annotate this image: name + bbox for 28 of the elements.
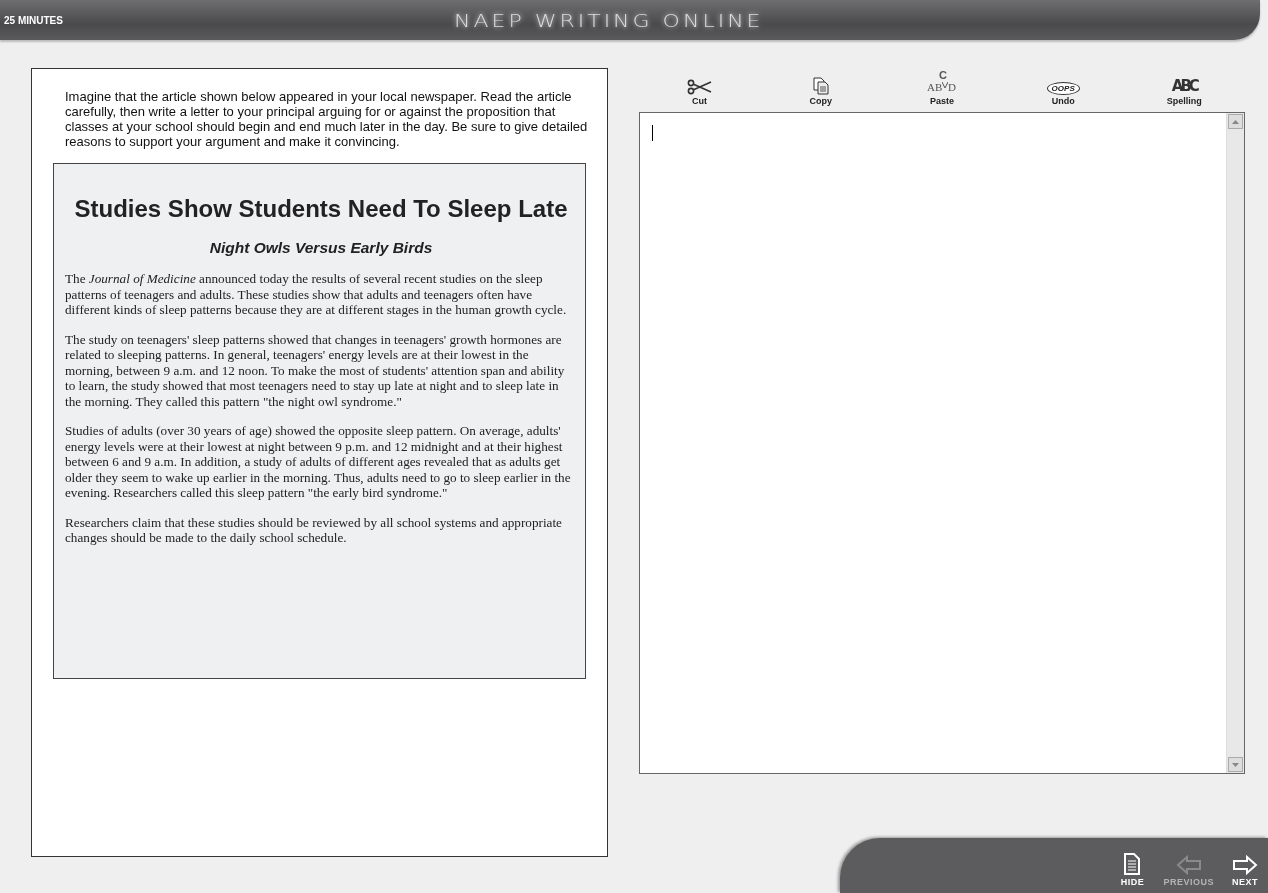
toolbar-button[interactable]: OOPS Undo [1023, 68, 1104, 106]
down-arrow-icon [1232, 762, 1239, 767]
toolbar-button[interactable]: C AB D Paste [901, 68, 982, 106]
article-paragraph: The study on teenagers' sleep patterns showed that changes in teenagers' growth hormones are related to sleeping patterns. In general, teenagers' energy levels are at their lowest in the morning, between 9 a.m. and 12 noon. To make the most of students' attention span and ability to learn, the study showed that most teenagers need to stay up late at night and to sleep late in the morning. They called this pattern "the night owl syndrome." [65, 331, 566, 409]
left-arrow-icon [1175, 855, 1202, 875]
spelling-icon: ABC [1171, 77, 1197, 95]
copy-icon [812, 77, 829, 95]
scrollbar[interactable] [1226, 113, 1244, 773]
up-arrow-icon [1232, 119, 1239, 124]
prompt-text: Imagine that the article shown below appeared in your local newspaper. Read the article carefully, then write a letter to your principal arguing for or against the proposition that classes at your school should begin and end much later in the day. Be sure to give detailed reasons to support your argument and make it convincing. [64, 89, 589, 149]
nav-button[interactable]: NEXT [1228, 855, 1262, 887]
article-paragraph: Researchers claim that these studies should be reviewed by all school systems and appropriate changes should be made to the daily school schedule. [65, 514, 563, 546]
scissors-icon [686, 79, 713, 95]
toolbar-button[interactable]: Copy [780, 68, 861, 106]
article-headline: Studies Show Students Need To Sleep Late [73, 194, 569, 223]
document-icon [1123, 853, 1142, 875]
speech-bubble-icon: OOPS [1046, 82, 1080, 95]
article-subheadline: Night Owls Versus Early Birds [208, 239, 434, 257]
scroll-up-button[interactable] [1228, 114, 1243, 129]
timer: 25 MINUTES [3, 14, 64, 26]
article-paragraph: Studies of adults (over 30 years of age) showed the opposite sleep pattern. On average, adults' energy levels were at their lowest at night between 9 p.m. and 12 midnight and at their highest between 6 and 9 a.m. In addition, a study of adults of different ages revealed that as adults get older they seem to wake up earlier in the morning. Thus, adults need to go to sleep earlier in the evening. Researchers called this sleep pattern "the early bird syndrome." [65, 423, 572, 501]
toolbar-button[interactable]: ABC Spelling [1144, 68, 1225, 106]
nav-button[interactable]: HIDE [1115, 853, 1150, 887]
article-paragraph: The Journal of Medicine announced today the results of several recent studies on the sleep patterns of teenagers and adults. These studies show that adults and teenagers often have different kinds of sleep patterns because they are at different stages in the human growth cycle. [65, 271, 568, 318]
scroll-down-button[interactable] [1228, 757, 1243, 772]
toolbar-button[interactable]: Cut [659, 68, 740, 106]
right-arrow-icon [1232, 855, 1258, 875]
app-title: NAEP WRITING ONLINE [454, 10, 764, 30]
